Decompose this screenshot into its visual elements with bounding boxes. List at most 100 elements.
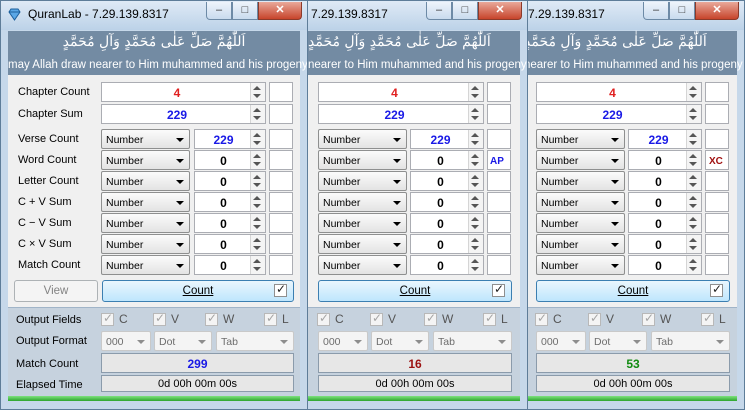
c-plus-v-combo[interactable]: Number <box>536 192 625 212</box>
spin-buttons[interactable] <box>686 235 701 253</box>
chapter-count-spinner[interactable]: 4 <box>536 82 702 102</box>
verse-count-combo[interactable]: Number <box>101 129 190 149</box>
letter-count-spinner[interactable]: 0 <box>194 171 266 191</box>
word-count-combo[interactable]: Number <box>101 150 190 170</box>
field-v-checkbox[interactable]: ✓ <box>370 311 383 326</box>
count-checkbox[interactable]: ✓ <box>274 282 287 297</box>
spin-buttons[interactable] <box>250 105 265 123</box>
letter-count-spinner[interactable]: 0 <box>628 171 702 191</box>
decimal-point-combo[interactable]: Dot <box>154 331 212 351</box>
maximize-button[interactable]: □ <box>452 2 478 20</box>
c-times-v-spinner[interactable]: 0 <box>410 234 484 254</box>
decimal-point-combo[interactable]: Dot <box>589 331 647 351</box>
field-c-checkbox[interactable]: ✓ <box>535 311 548 326</box>
spin-buttons[interactable] <box>250 256 265 274</box>
extra-field[interactable] <box>487 129 511 149</box>
chapter-count-spinner[interactable]: 4 <box>318 82 484 102</box>
maximize-button[interactable]: □ <box>232 2 258 20</box>
radix-combo[interactable]: 000 <box>318 331 368 351</box>
spin-buttons[interactable] <box>468 105 483 123</box>
extra-field[interactable] <box>487 104 511 124</box>
spin-buttons[interactable] <box>468 214 483 232</box>
spin-buttons[interactable] <box>468 151 483 169</box>
chapter-count-spinner[interactable]: 4 <box>101 82 266 102</box>
word-count-spinner[interactable]: 0 <box>628 150 702 170</box>
spin-buttons[interactable] <box>250 235 265 253</box>
c-plus-v-spinner[interactable]: 0 <box>410 192 484 212</box>
minimize-button[interactable]: ‒ <box>643 2 669 20</box>
word-count-spinner[interactable]: 0 <box>194 150 266 170</box>
match-count-spinner[interactable]: 0 <box>194 255 266 275</box>
decimal-point-combo[interactable]: Dot <box>371 331 429 351</box>
c-plus-v-combo[interactable]: Number <box>101 192 190 212</box>
radix-combo[interactable]: 000 <box>101 331 151 351</box>
c-times-v-spinner[interactable]: 0 <box>628 234 702 254</box>
match-count-spinner[interactable]: 0 <box>628 255 702 275</box>
word-count-spinner[interactable]: 0 <box>410 150 484 170</box>
extra-field[interactable] <box>487 82 511 102</box>
extra-field[interactable] <box>705 255 729 275</box>
spin-buttons[interactable] <box>468 130 483 148</box>
extra-field[interactable] <box>269 171 293 191</box>
spin-buttons[interactable] <box>686 130 701 148</box>
verse-count-combo[interactable]: Number <box>318 129 407 149</box>
extra-field[interactable] <box>487 192 511 212</box>
extra-field[interactable] <box>269 234 293 254</box>
match-count-spinner[interactable]: 0 <box>410 255 484 275</box>
extra-field[interactable] <box>705 213 729 233</box>
extra-field[interactable] <box>269 82 293 102</box>
c-times-v-combo[interactable]: Number <box>318 234 407 254</box>
spin-buttons[interactable] <box>686 214 701 232</box>
word-count-combo[interactable]: Number <box>536 150 625 170</box>
field-c-checkbox[interactable]: ✓ <box>317 311 330 326</box>
spin-buttons[interactable] <box>250 130 265 148</box>
spin-buttons[interactable] <box>686 105 701 123</box>
separator-combo[interactable]: Tab <box>651 331 730 351</box>
field-w-checkbox[interactable]: ✓ <box>424 311 437 326</box>
minimize-button[interactable]: ‒ <box>206 2 232 20</box>
extra-field[interactable] <box>705 129 729 149</box>
spin-buttons[interactable] <box>250 214 265 232</box>
spin-buttons[interactable] <box>686 256 701 274</box>
spin-buttons[interactable] <box>468 256 483 274</box>
extra-field[interactable] <box>269 104 293 124</box>
c-minus-v-spinner[interactable]: 0 <box>410 213 484 233</box>
count-button[interactable]: Count ✓ <box>536 280 730 302</box>
count-button[interactable]: Count ✓ <box>318 280 512 302</box>
verse-count-combo[interactable]: Number <box>536 129 625 149</box>
field-l-checkbox[interactable]: ✓ <box>701 311 714 326</box>
match-count-combo[interactable]: Number <box>318 255 407 275</box>
field-c-checkbox[interactable]: ✓ <box>101 311 114 326</box>
spin-buttons[interactable] <box>250 151 265 169</box>
chapter-sum-spinner[interactable]: 229 <box>536 104 702 124</box>
extra-field[interactable]: XC <box>705 150 729 170</box>
extra-field[interactable] <box>269 213 293 233</box>
extra-field[interactable] <box>705 234 729 254</box>
extra-field[interactable] <box>487 213 511 233</box>
close-button[interactable]: ✕ <box>478 2 522 20</box>
spin-buttons[interactable] <box>686 83 701 101</box>
verse-count-spinner[interactable]: 229 <box>194 129 266 149</box>
verse-count-spinner[interactable]: 229 <box>628 129 702 149</box>
field-l-checkbox[interactable]: ✓ <box>264 311 277 326</box>
spin-buttons[interactable] <box>468 172 483 190</box>
field-v-checkbox[interactable]: ✓ <box>153 311 166 326</box>
view-button[interactable]: View <box>14 280 98 302</box>
extra-field[interactable] <box>269 192 293 212</box>
extra-field[interactable] <box>705 171 729 191</box>
c-times-v-combo[interactable]: Number <box>536 234 625 254</box>
c-minus-v-spinner[interactable]: 0 <box>628 213 702 233</box>
c-times-v-spinner[interactable]: 0 <box>194 234 266 254</box>
spin-buttons[interactable] <box>468 235 483 253</box>
spin-buttons[interactable] <box>686 172 701 190</box>
c-minus-v-combo[interactable]: Number <box>318 213 407 233</box>
c-plus-v-spinner[interactable]: 0 <box>628 192 702 212</box>
extra-field[interactable] <box>269 255 293 275</box>
spin-buttons[interactable] <box>250 83 265 101</box>
extra-field[interactable] <box>705 82 729 102</box>
extra-field[interactable] <box>705 104 729 124</box>
spin-buttons[interactable] <box>686 151 701 169</box>
extra-field[interactable] <box>487 171 511 191</box>
c-minus-v-combo[interactable]: Number <box>536 213 625 233</box>
letter-count-combo[interactable]: Number <box>101 171 190 191</box>
